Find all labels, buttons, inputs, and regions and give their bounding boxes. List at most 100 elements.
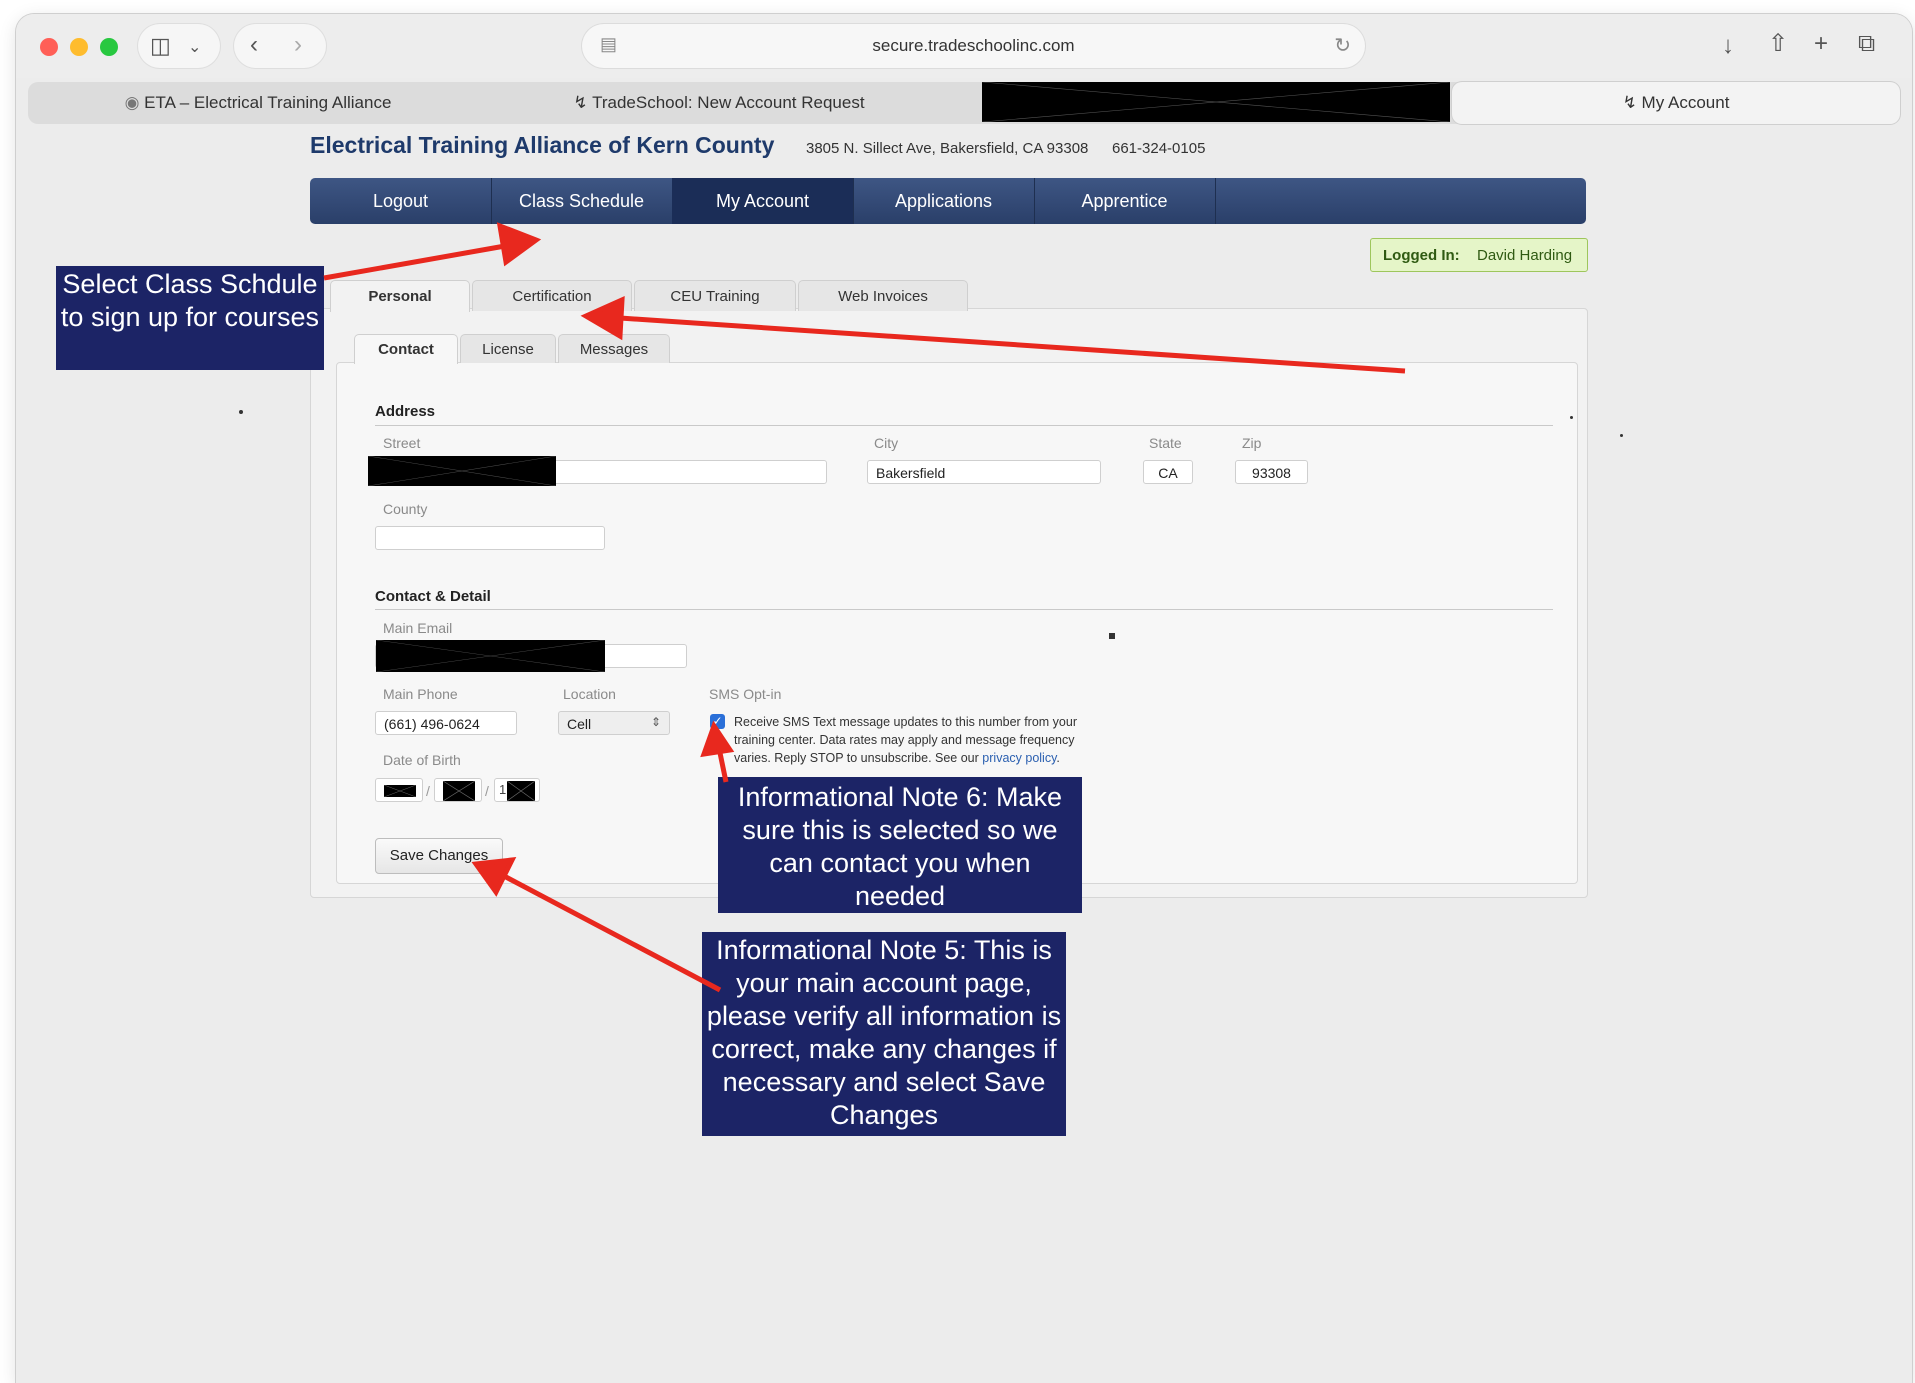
tradeschool-icon: ↯ [1622,93,1637,112]
select-arrows-icon: ⇕ [650,715,661,729]
address-bar[interactable]: ▤ secure.tradeschoolinc.com ↻ [582,24,1365,68]
sidebar-icon[interactable]: ◫ [150,34,171,58]
city-label: City [874,435,899,451]
browser-tab-new-account[interactable]: ↯ TradeSchool: New Account Request [488,82,950,124]
location-value: Cell [567,716,592,732]
zip-input[interactable]: 93308 [1235,460,1308,484]
tab-overview-icon[interactable]: ⧉ [1858,32,1875,56]
nav-label: Class Schedule [518,191,645,211]
tradeschool-icon: ↯ [573,93,588,112]
date-of-birth-label: Date of Birth [383,752,461,768]
state-input[interactable]: CA [1143,460,1193,484]
dob-year-prefix: 1 [499,782,507,797]
tab-messages[interactable]: Messages [558,334,670,363]
nav-class-schedule[interactable]: Class Schedule [491,178,673,224]
redacted-dob-year [507,781,535,801]
location-select[interactable]: Cell ⇕ [558,711,670,735]
page-title: Electrical Training Alliance of Kern Cou… [310,132,775,158]
stray-dot [1620,434,1623,437]
note-class-schedule: Select Class Schdule to sign up for cour… [56,266,324,370]
browser-tab-label: ETA – Electrical Training Alliance [144,93,392,112]
save-changes-label: Save Changes [389,847,489,864]
reload-icon[interactable]: ↻ [1334,33,1351,58]
note-5: Informational Note 5: This is your main … [702,932,1066,1136]
redacted-dob-month [384,785,416,797]
nav-applications[interactable]: Applications [853,178,1035,224]
location-label: Location [563,686,616,702]
new-tab-icon[interactable]: + [1814,32,1828,56]
tab-web-invoices[interactable]: Web Invoices [798,280,968,311]
stray-dot [1570,416,1573,419]
tab-label: Messages [579,341,649,358]
nav-label: Applications [894,191,993,211]
section-divider [375,609,1553,610]
zip-label: Zip [1242,435,1262,451]
history-nav-group: ‹ › [234,24,326,68]
url-text[interactable]: secure.tradeschoolinc.com [582,36,1365,56]
redacted-tab[interactable] [982,82,1450,122]
school-address: 3805 N. Sillect Ave, Bakersfield, CA 933… [806,140,1089,157]
date-separator: / [485,783,489,799]
section-divider [375,425,1553,426]
main-email-label: Main Email [383,620,453,636]
tab-license[interactable]: License [460,334,556,363]
date-separator: / [426,783,430,799]
tab-label: CEU Training [670,288,760,305]
back-icon[interactable]: ‹ [250,33,258,57]
sms-optin-label: SMS Opt-in [709,686,782,702]
download-icon[interactable]: ↓ [1722,34,1734,58]
browser-toolbar: ◫ ⌄ ‹ › ▤ secure.tradeschoolinc.com ↻ ↓ … [16,14,1912,78]
nav-apprentice[interactable]: Apprentice [1034,178,1216,224]
city-input[interactable]: Bakersfield [867,460,1101,484]
main-nav: Logout Class Schedule My Account Applica… [310,178,1586,224]
logged-in-user: David Harding [1477,247,1573,264]
browser-tab-strip: ◉ ETA – Electrical Training Alliance ↯ T… [28,82,1900,124]
tab-certification[interactable]: Certification [472,280,632,311]
note-6: Informational Note 6: Make sure this is … [718,777,1082,913]
redacted-dob-day [443,781,475,801]
close-window-button[interactable] [40,38,58,56]
browser-tab-label: My Account [1641,93,1730,112]
browser-tab-my-account[interactable]: ↯ My Account [1452,82,1900,124]
main-phone-input[interactable]: (661) 496-0624 [375,711,517,735]
county-input[interactable] [375,526,605,550]
main-phone-label: Main Phone [383,686,458,702]
dob-day-input[interactable] [434,778,482,802]
street-label: Street [383,435,421,451]
redacted-email [376,640,605,672]
nav-label: My Account [715,191,810,211]
forward-icon[interactable]: › [294,33,302,57]
sms-optin-checkbox[interactable]: ✓ [710,714,725,729]
browser-tab-eta[interactable]: ◉ ETA – Electrical Training Alliance [28,82,488,124]
stray-dot [1109,633,1115,639]
tab-personal[interactable]: Personal [330,280,470,312]
contact-detail-heading: Contact & Detail [375,588,491,605]
tab-label: Web Invoices [838,288,928,305]
county-label: County [383,501,428,517]
save-changes-button[interactable]: Save Changes [375,838,503,874]
nav-logout[interactable]: Logout [310,178,492,224]
tab-contact[interactable]: Contact [354,334,458,364]
sidebar-toggle-group[interactable]: ◫ ⌄ [138,24,220,68]
stray-dot [239,410,243,414]
sms-optin-text: Receive SMS Text message updates to this… [734,715,1077,765]
dob-year-input[interactable]: 1 [494,778,540,802]
privacy-policy-link[interactable]: privacy policy [982,751,1056,765]
share-icon[interactable]: ⇧ [1768,32,1788,56]
dob-month-input[interactable] [375,778,423,802]
tab-ceu-training[interactable]: CEU Training [634,280,796,311]
state-label: State [1149,435,1182,451]
nav-label: Apprentice [1081,191,1168,211]
nav-my-account[interactable]: My Account [672,178,854,224]
tab-label: Contact [378,341,434,358]
school-phone: 661-324-0105 [1112,140,1206,157]
redacted-street [368,456,556,486]
address-section-heading: Address [375,403,436,420]
tab-label: License [482,341,534,358]
nav-label: Logout [372,191,429,211]
logged-in-label: Logged In: [1383,247,1460,264]
chevron-down-icon[interactable]: ⌄ [188,36,201,60]
minimize-window-button[interactable] [70,38,88,56]
zoom-window-button[interactable] [100,38,118,56]
tab-label: Personal [368,288,432,305]
